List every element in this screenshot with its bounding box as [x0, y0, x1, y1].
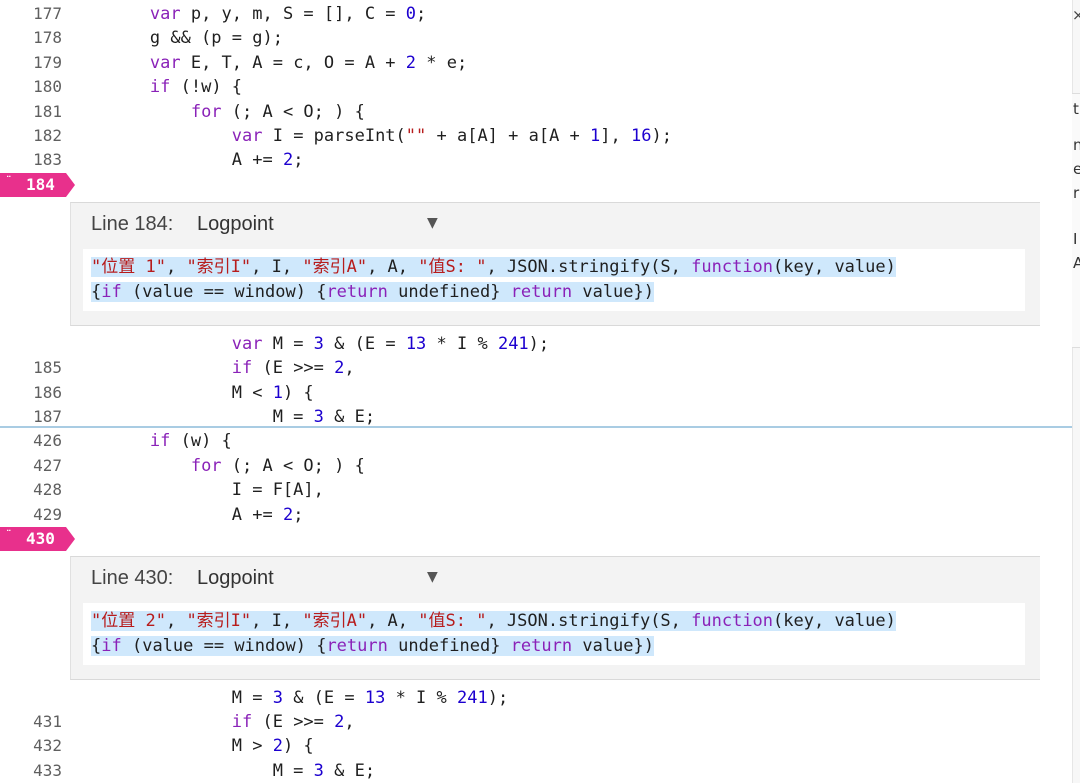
- code-line[interactable]: 181 for (; A < O; ) {: [0, 100, 1072, 124]
- breakpoint-type-select[interactable]: Logpoint: [197, 213, 274, 236]
- line-number[interactable]: 185: [0, 356, 62, 380]
- logpoint-expression-input[interactable]: "位置 1", "索引I", I, "索引A", A, "值S: ", JSON…: [83, 249, 1025, 311]
- code-line[interactable]: 186 M < 1) {: [0, 381, 1072, 405]
- code-line[interactable]: M = 3 & (E = 13 * I % 241);: [0, 686, 1072, 710]
- code-line[interactable]: 179 var E, T, A = c, O = A + 2 * e;: [0, 51, 1072, 75]
- side-panel-text-fragment: A: [1073, 254, 1080, 272]
- logpoint-marker[interactable]: ¨ 430: [0, 527, 75, 551]
- code-text: A += 2;: [68, 504, 304, 525]
- code-line[interactable]: 433 M = 3 & E;: [0, 759, 1072, 783]
- breakpoint-line-number: 430: [26, 529, 55, 548]
- code-text: var I = parseInt("" + a[A] + a[A + 1], 1…: [231, 126, 672, 146]
- code-line[interactable]: 178 g && (p = g);: [0, 26, 1072, 50]
- line-number[interactable]: 426: [0, 429, 62, 453]
- side-panel-text-fragment: n: [1073, 136, 1080, 154]
- line-number[interactable]: 181: [0, 100, 62, 124]
- code-text: var M = 3 & (E = 13 * I % 241);: [231, 334, 550, 354]
- code-text: M = 3 & (E = 13 * I % 241);: [68, 688, 509, 708]
- line-number[interactable]: 429: [0, 503, 62, 527]
- code-text: var E, T, A = c, O = A + 2 * e;: [149, 52, 468, 73]
- line-number[interactable]: 183: [0, 148, 62, 172]
- code-line[interactable]: 428 I = F[A],: [0, 478, 1072, 502]
- code-text: for (; A < O; ) {: [190, 455, 365, 476]
- line-number[interactable]: 433: [0, 759, 62, 783]
- line-number[interactable]: 428: [0, 478, 62, 502]
- logpoint-marker[interactable]: ¨ 184: [0, 173, 75, 197]
- code-line[interactable]: 431 if (E >>= 2,: [0, 710, 1072, 734]
- code-line[interactable]: 180 if (!w) {: [0, 75, 1072, 99]
- code-text: I = F[A],: [68, 480, 324, 500]
- line-number[interactable]: 178: [0, 26, 62, 50]
- code-line[interactable]: 429 A += 2;: [0, 503, 1072, 527]
- line-number[interactable]: 186: [0, 381, 62, 405]
- logpoint-line-label: Line 430:: [91, 567, 174, 589]
- code-text: A += 2;: [68, 150, 304, 171]
- code-line[interactable]: 183 A += 2;: [0, 148, 1072, 172]
- line-number[interactable]: 432: [0, 734, 62, 758]
- close-icon[interactable]: ×: [1072, 6, 1080, 24]
- right-panel-fragment: [1072, 93, 1080, 348]
- logpoint-icon: ¨: [6, 528, 12, 541]
- chevron-down-icon[interactable]: ▼: [427, 569, 438, 585]
- code-text: if (E >>= 2,: [231, 358, 355, 379]
- logpoint-line-label: Line 184:: [91, 213, 174, 235]
- code-line[interactable]: 432 M > 2) {: [0, 734, 1072, 758]
- logpoint-expression-input[interactable]: "位置 2", "索引I", I, "索引A", A, "值S: ", JSON…: [83, 603, 1025, 665]
- section-divider: [0, 426, 1080, 428]
- side-panel-text-fragment: t: [1073, 100, 1079, 118]
- code-text: g && (p = g);: [68, 28, 283, 49]
- line-number[interactable]: 179: [0, 51, 62, 75]
- code-text: M < 1) {: [68, 382, 314, 403]
- side-panel-text-fragment: I: [1073, 230, 1078, 248]
- line-number[interactable]: 182: [0, 124, 62, 148]
- code-line[interactable]: var M = 3 & (E = 13 * I % 241);: [0, 332, 1072, 356]
- logpoint-icon: ¨: [6, 174, 12, 187]
- code-text: var p, y, m, S = [], C = 0;: [149, 4, 427, 24]
- chevron-down-icon[interactable]: ▼: [427, 215, 438, 231]
- line-number[interactable]: 180: [0, 75, 62, 99]
- code-line[interactable]: 185 if (E >>= 2,: [0, 356, 1072, 380]
- code-line[interactable]: 182 var I = parseInt("" + a[A] + a[A + 1…: [0, 124, 1072, 148]
- code-line[interactable]: 177 var p, y, m, S = [], C = 0;: [0, 2, 1072, 26]
- code-text: for (; A < O; ) {: [190, 101, 365, 122]
- breakpoint-type-select[interactable]: Logpoint: [197, 567, 274, 590]
- code-text: M = 3 & E;: [68, 760, 376, 781]
- line-number[interactable]: 177: [0, 2, 62, 26]
- code-line[interactable]: 427 for (; A < O; ) {: [0, 454, 1072, 478]
- code-text: if (!w) {: [149, 77, 243, 98]
- code-line[interactable]: 426 if (w) {: [0, 429, 1072, 453]
- line-number[interactable]: 427: [0, 454, 62, 478]
- side-panel-text-fragment: r: [1073, 184, 1080, 202]
- side-panel-text-fragment: e: [1073, 160, 1080, 178]
- code-editor[interactable]: 177 var p, y, m, S = [], C = 0; 178 g && …: [0, 0, 1080, 783]
- logpoint-editor-panel: Line 430: Logpoint ▼ "位置 2", "索引I", I, "索引A…: [70, 556, 1040, 680]
- code-text: M > 2) {: [68, 736, 314, 757]
- line-number[interactable]: 431: [0, 710, 62, 734]
- breakpoint-line-number: 184: [26, 175, 55, 194]
- code-text: if (E >>= 2,: [231, 712, 355, 733]
- logpoint-editor-panel: Line 184: Logpoint ▼ "位置 1", "索引I", I, "索引A…: [70, 202, 1040, 326]
- code-text: if (w) {: [149, 431, 232, 451]
